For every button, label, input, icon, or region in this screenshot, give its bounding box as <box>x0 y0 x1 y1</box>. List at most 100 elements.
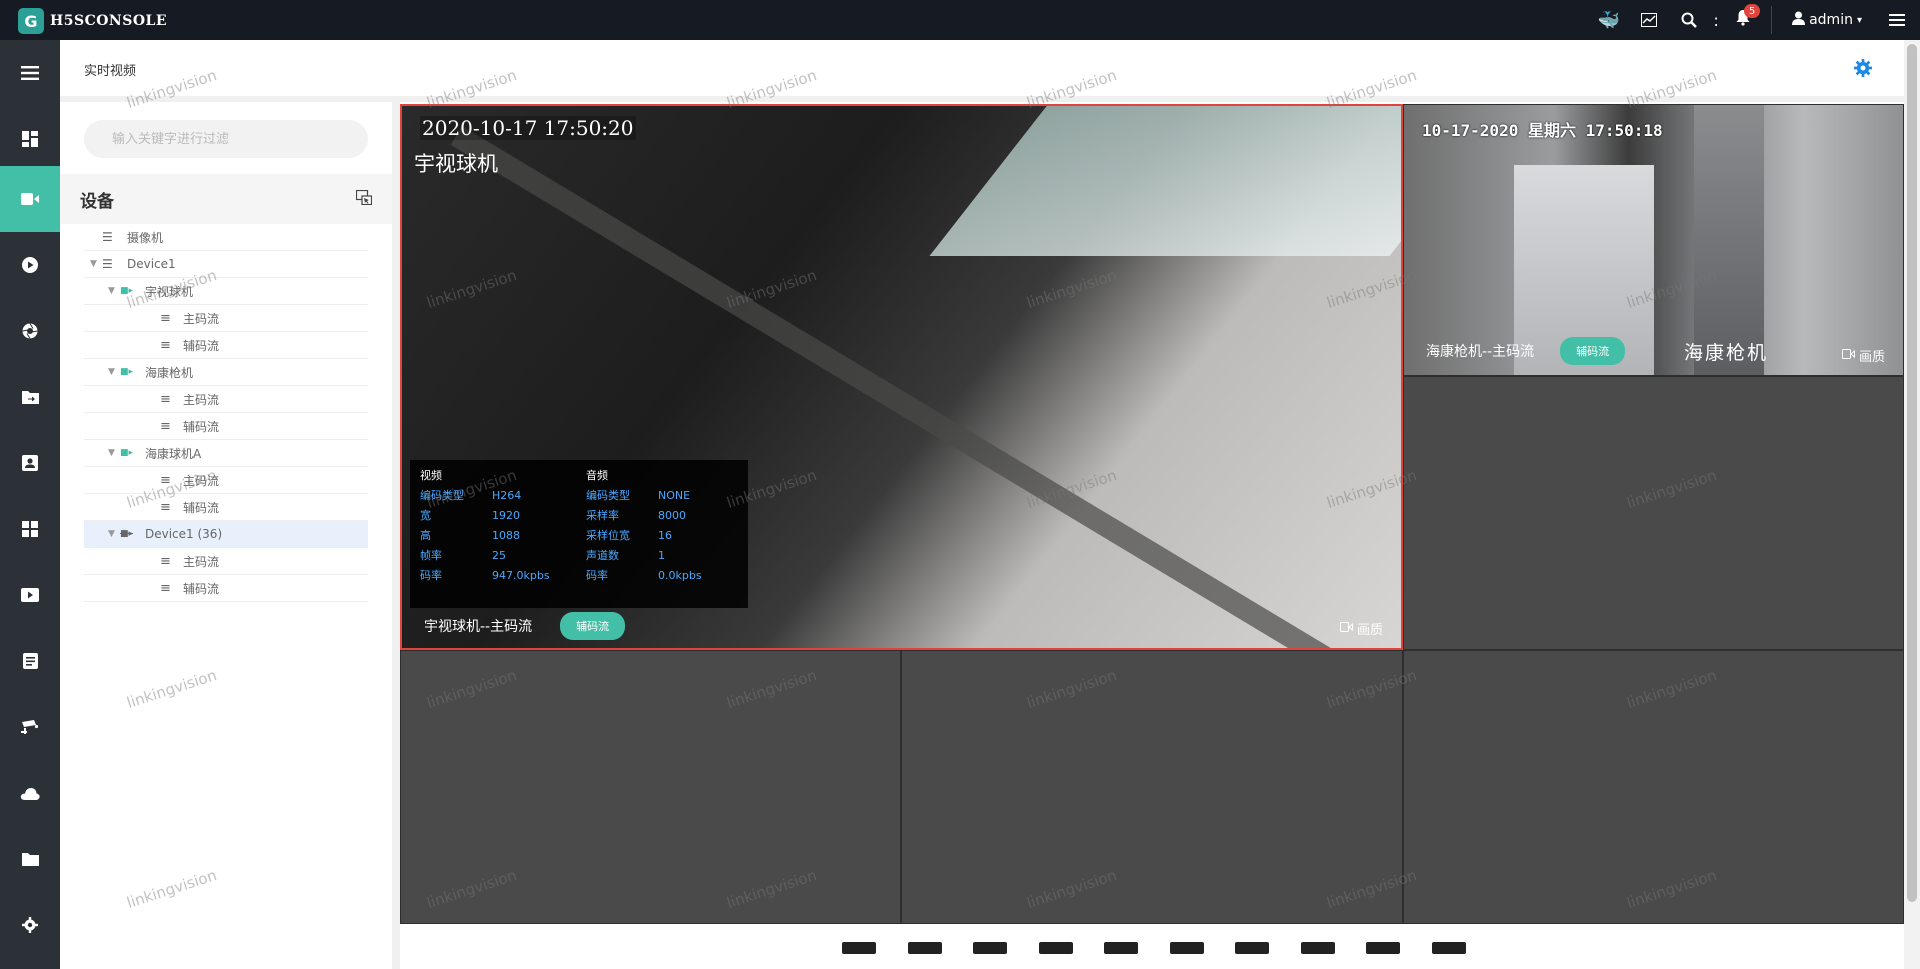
video-cell-main[interactable]: 2020-10-17 17:50:20 宇视球机 视频 编码类型 H264 宽 192… <box>400 104 1403 650</box>
live-video-icon[interactable] <box>0 166 60 232</box>
stream-icon: ≡ <box>160 553 171 569</box>
layout-option-icon[interactable] <box>1038 942 1073 954</box>
video-icon[interactable] <box>0 562 60 628</box>
chart-icon[interactable] <box>1629 0 1669 40</box>
tree-item-label: Device1 (36) <box>145 527 223 541</box>
layout-option-icon[interactable] <box>1235 942 1269 954</box>
stats-row: 码率 947.0kpbs <box>420 566 580 586</box>
sub-stream-button[interactable]: 辅码流 <box>1560 337 1626 365</box>
stats-row: 帧率 25 <box>420 546 580 566</box>
layout-option-icon[interactable] <box>1366 942 1400 954</box>
security-camera-icon[interactable] <box>0 694 60 760</box>
scrollbar-thumb[interactable] <box>1907 44 1917 902</box>
page-title: 实时视频 <box>84 64 137 79</box>
stats-value: 0.0kpbs <box>658 569 702 582</box>
sub-stream-button[interactable]: 辅码流 <box>560 612 626 640</box>
dashboard-icon[interactable] <box>0 106 60 172</box>
left-nav <box>0 40 60 969</box>
video-cell-empty[interactable] <box>1403 650 1904 924</box>
stats-row: 高 1088 <box>420 526 580 546</box>
list-icon[interactable] <box>0 628 60 694</box>
app-logo[interactable]: G H5SCONSOLE <box>18 8 167 34</box>
quality-button[interactable]: 画质 <box>1841 346 1885 365</box>
user-icon <box>1792 11 1806 29</box>
logo-icon: G <box>18 8 44 34</box>
more-vertical-icon[interactable]: : <box>1709 0 1723 40</box>
page-scrollbar[interactable] <box>1904 40 1920 969</box>
chevron-down-icon[interactable]: ▼ <box>108 448 115 458</box>
folder-icon[interactable] <box>0 826 60 892</box>
osd-camera-name: 宇视球机 <box>414 152 498 176</box>
video-cell-empty[interactable] <box>400 650 901 924</box>
video-cell-side[interactable]: 10-17-2020 星期六 17:50:18 海康枪机--主码流 辅码流 海康… <box>1403 104 1904 376</box>
chevron-down-icon[interactable]: ▼ <box>108 529 115 539</box>
tree-stream-item[interactable]: ≡ 主码流 <box>84 305 368 332</box>
window-restore-icon[interactable] <box>355 189 373 208</box>
stats-row: 声道数 1 <box>586 546 746 566</box>
tree-stream-item[interactable]: ≡ 辅码流 <box>84 413 368 440</box>
osd-camera-name: 海康枪机 <box>1684 342 1769 364</box>
folder-in-icon[interactable] <box>0 364 60 430</box>
tree-group-item[interactable]: ▼ ☰ Device1 <box>84 251 368 278</box>
stats-value: 8000 <box>658 509 686 522</box>
tree-item-label: 辅码流 <box>183 338 220 353</box>
video-grid: 2020-10-17 17:50:20 宇视球机 视频 编码类型 H264 宽 192… <box>400 102 1904 969</box>
grid-icon[interactable] <box>0 496 60 562</box>
tree-stream-item[interactable]: ≡ 主码流 <box>84 386 368 413</box>
tree-item-label: 辅码流 <box>183 500 220 515</box>
search-icon[interactable] <box>1669 0 1709 40</box>
notification-badge: 5 <box>1744 4 1761 18</box>
camera-off-icon: ■▸ <box>120 529 134 539</box>
tree-camera-item[interactable]: ▼ ■▸ Device1 (36) <box>84 521 368 548</box>
layout-option-icon[interactable] <box>973 942 1007 954</box>
notification-button[interactable]: 5 <box>1723 0 1763 40</box>
stream-icon: ≡ <box>160 472 171 488</box>
camera-shutter-icon[interactable] <box>0 298 60 364</box>
list-icon: ☰ <box>102 257 113 271</box>
camera-icon: ■▸ <box>120 367 134 377</box>
menu-toggle-icon[interactable] <box>0 40 60 106</box>
stats-value: 1920 <box>492 509 520 522</box>
stats-key: 编码类型 <box>420 489 464 502</box>
layout-option-icon[interactable] <box>1300 942 1335 954</box>
layout-option-icon[interactable] <box>1169 942 1204 954</box>
top-bar: G H5SCONSOLE 🐳 : 5 admin ▾ <box>0 0 1920 40</box>
tree-item-label: Device1 <box>127 257 176 271</box>
tree-group-item[interactable]: ☰ 摄像机 <box>84 224 368 251</box>
device-tree: ☰ 摄像机 ▼ ☰ Device1 ▼ ■▸ 宇视球机 ≡ 主码流 ≡ 辅码流 ▼ ■▸ 海康枪机 ≡ 主码流 ≡… <box>84 224 368 602</box>
layout-option-icon[interactable] <box>907 942 942 954</box>
chevron-down-icon[interactable]: ▼ <box>108 286 115 296</box>
tree-camera-item[interactable]: ▼ ■▸ 宇视球机 <box>84 278 368 305</box>
tree-stream-item[interactable]: ≡ 辅码流 <box>84 575 368 602</box>
layout-option-icon[interactable] <box>1431 942 1466 954</box>
layout-option-icon[interactable] <box>842 942 876 954</box>
user-menu[interactable]: admin ▾ <box>1780 11 1874 29</box>
chevron-down-icon[interactable]: ▼ <box>90 259 97 269</box>
list-icon: ☰ <box>102 230 113 244</box>
tree-stream-item[interactable]: ≡ 辅码流 <box>84 332 368 359</box>
tree-stream-item[interactable]: ≡ 主码流 <box>84 467 368 494</box>
device-panel: 设备 ☰ 摄像机 ▼ ☰ Device1 ▼ ■▸ 宇视球机 ≡ 主码流 ≡ 辅码流 ▼ ■▸ 海康枪机 ≡ 主… <box>60 102 392 969</box>
stream-icon: ≡ <box>160 580 171 596</box>
menu-icon[interactable] <box>1874 0 1920 40</box>
cloud-icon[interactable] <box>0 760 60 826</box>
layout-option-icon[interactable] <box>1104 942 1138 954</box>
tree-camera-item[interactable]: ▼ ■▸ 海康球机A <box>84 440 368 467</box>
settings-icon[interactable] <box>0 892 60 958</box>
video-cell-empty[interactable] <box>1403 376 1904 650</box>
quality-button[interactable]: 画质 <box>1339 619 1383 638</box>
stream-icon: ≡ <box>160 391 171 407</box>
docker-icon[interactable]: 🐳 <box>1589 0 1629 40</box>
device-filter-input[interactable] <box>84 120 368 158</box>
view-settings-button[interactable] <box>1854 58 1872 82</box>
app-brand: H5SCONSOLE <box>50 13 168 29</box>
stats-key: 采样位宽 <box>586 529 630 542</box>
tree-stream-item[interactable]: ≡ 主码流 <box>84 548 368 575</box>
video-cell-empty[interactable] <box>901 650 1403 924</box>
stream-icon: ≡ <box>160 418 171 434</box>
contact-icon[interactable] <box>0 430 60 496</box>
tree-stream-item[interactable]: ≡ 辅码流 <box>84 494 368 521</box>
playback-icon[interactable] <box>0 232 60 298</box>
tree-camera-item[interactable]: ▼ ■▸ 海康枪机 <box>84 359 368 386</box>
chevron-down-icon[interactable]: ▼ <box>108 367 115 377</box>
